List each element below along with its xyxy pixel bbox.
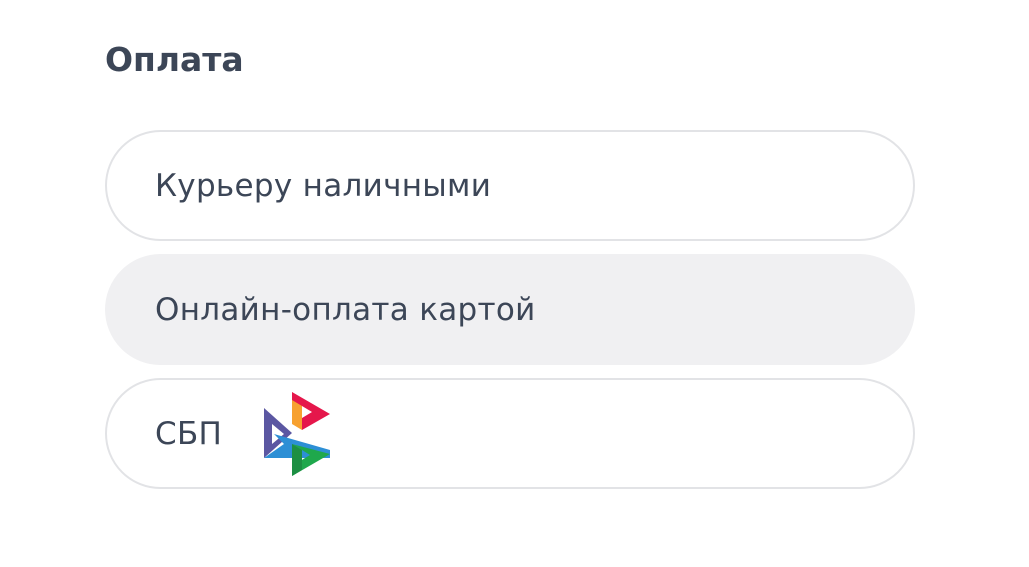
payment-title: Оплата: [105, 40, 244, 79]
payment-section: Оплата Курьеру наличными Онлайн-оплата к…: [105, 38, 915, 489]
payment-option-cash-label: Курьеру наличными: [155, 167, 492, 204]
payment-option-sbp-label: СБП: [155, 415, 223, 452]
payment-options: Курьеру наличными Онлайн-оплата картой С…: [105, 130, 915, 502]
payment-option-card-label: Онлайн-оплата картой: [155, 291, 536, 328]
payment-option-cash[interactable]: Курьеру наличными: [105, 130, 915, 241]
sbp-logo-icon: [264, 391, 331, 476]
payment-option-card[interactable]: Онлайн-оплата картой: [105, 254, 915, 365]
payment-option-sbp[interactable]: СБП: [105, 378, 915, 489]
